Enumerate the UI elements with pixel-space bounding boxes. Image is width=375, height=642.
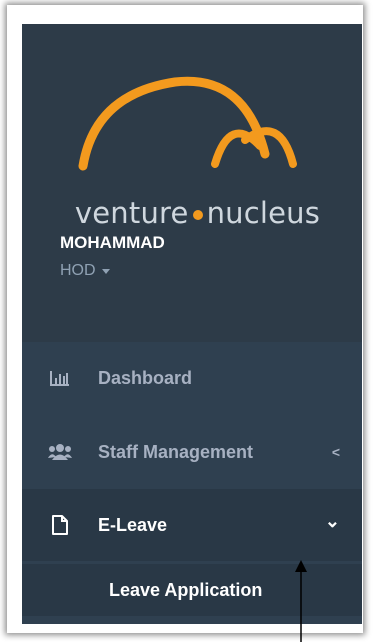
logo-text-venture: venture bbox=[74, 196, 189, 230]
sidebar-item-label: Dashboard bbox=[98, 367, 193, 388]
sidebar-item-dashboard[interactable]: Dashboard bbox=[22, 342, 362, 414]
caret-down-icon bbox=[101, 268, 110, 274]
file-icon bbox=[48, 513, 72, 537]
sidebar-item-label: E-Leave bbox=[98, 514, 168, 535]
chevron-left-icon: < bbox=[331, 444, 340, 460]
sidebar: venture nucleus MOHAMMAD HOD Dashboard S… bbox=[22, 24, 362, 624]
users-icon bbox=[48, 440, 72, 464]
profile-header: venture nucleus MOHAMMAD HOD bbox=[22, 24, 362, 342]
sidebar-item-label: Staff Management bbox=[98, 441, 254, 462]
logo-text-nucleus: nucleus bbox=[206, 196, 321, 230]
user-role-label: HOD bbox=[60, 262, 96, 279]
logo-dot-icon bbox=[192, 210, 203, 220]
sidebar-item-staff-management[interactable]: Staff Management < bbox=[22, 416, 362, 488]
logo-text: venture nucleus bbox=[65, 196, 330, 230]
sidebar-item-e-leave[interactable]: E-Leave ⌄ bbox=[22, 489, 362, 561]
sidebar-subitem-leave-application[interactable]: Leave Application bbox=[22, 564, 362, 616]
logo-arcs-icon bbox=[78, 76, 297, 171]
chevron-down-icon: ⌄ bbox=[324, 511, 340, 531]
bar-chart-icon bbox=[48, 366, 72, 390]
venture-nucleus-logo: venture nucleus bbox=[65, 74, 330, 230]
pointer-arrow-icon bbox=[295, 560, 307, 642]
sidebar-subitem-label: Leave Application bbox=[109, 579, 263, 600]
user-role-dropdown[interactable]: HOD bbox=[60, 262, 110, 280]
user-name: MOHAMMAD bbox=[60, 233, 165, 252]
